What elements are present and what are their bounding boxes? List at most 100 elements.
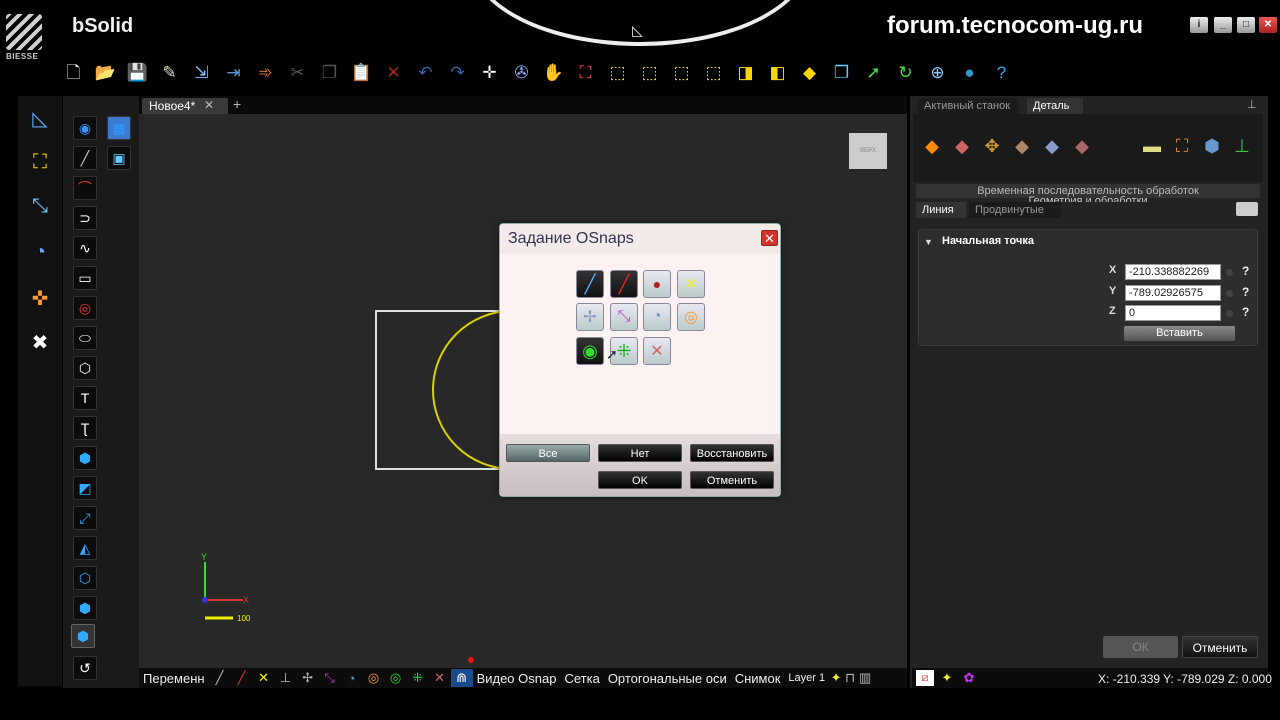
panel-delete-icon[interactable]: ◆	[1070, 136, 1094, 156]
snap-circle-icon[interactable]: ◎	[385, 669, 407, 687]
extrude-tool-icon[interactable]: ◩	[73, 476, 97, 500]
close-window-button[interactable]: ✕	[1259, 17, 1277, 33]
view-right-icon[interactable]: ⬚	[700, 60, 727, 84]
ellipse-tool-icon[interactable]: ⬭	[73, 326, 97, 350]
y-field[interactable]: -789.02926575	[1125, 285, 1221, 301]
text-path-tool-icon[interactable]: Ʈ	[73, 416, 97, 440]
solid-tool-icon[interactable]: ⬡	[73, 566, 97, 590]
restore-button[interactable]: Восстановить	[690, 444, 774, 462]
copy-icon[interactable]: ❐	[316, 60, 343, 84]
undo-icon[interactable]: ↶	[412, 60, 439, 84]
panel-cube-icon[interactable]: ⬢	[1200, 136, 1224, 156]
snap-center-icon[interactable]: ✢	[297, 669, 319, 687]
snapshot-button[interactable]: Снимок	[731, 671, 785, 686]
layer-selector[interactable]: Layer 1	[784, 672, 829, 684]
sphere-icon[interactable]: ●	[956, 60, 983, 84]
osnap-midpoint-toggle[interactable]: ●	[643, 270, 671, 298]
snap-intersection-icon[interactable]: ✕	[253, 669, 275, 687]
view-bottom-icon[interactable]: ◧	[764, 60, 791, 84]
view-front-icon[interactable]: ⬚	[604, 60, 631, 84]
z-field[interactable]: 0	[1125, 305, 1221, 321]
insert-button[interactable]: Вставить	[1124, 326, 1235, 341]
osnap-tangent-toggle[interactable]: ⤡	[610, 303, 638, 331]
view-3d-icon[interactable]: ❒	[828, 60, 855, 84]
magnet-icon[interactable]: ⋒	[450, 669, 473, 687]
draw-tool-icon[interactable]: ◺	[26, 104, 54, 132]
circle-tool-icon[interactable]: ◎	[73, 296, 97, 320]
cube-tool-icon[interactable]: ⬢	[73, 596, 97, 620]
panel-axes-icon[interactable]: ⊥	[1230, 136, 1254, 156]
snap-perp-icon[interactable]: ⊥	[275, 669, 297, 687]
select-arrow-icon[interactable]: ➚	[860, 60, 887, 84]
snap-near-icon[interactable]: ◎	[363, 669, 385, 687]
snap-tangent-icon[interactable]: ⤡	[319, 669, 341, 687]
x-lock-icon[interactable]	[1226, 269, 1233, 276]
save-icon[interactable]: 💾	[124, 60, 151, 84]
collapse-icon[interactable]: ▼	[924, 237, 933, 247]
panel-frame-icon[interactable]: ▬	[1140, 136, 1164, 156]
maximize-window-button[interactable]: □	[1237, 17, 1255, 33]
refresh-icon[interactable]: ↻	[892, 60, 919, 84]
osnap-nearest-toggle[interactable]: ◎	[677, 303, 705, 331]
view-cube[interactable]: ВЕРХ	[849, 133, 887, 169]
send-icon[interactable]: ➾	[252, 60, 279, 84]
dialog-cancel-button[interactable]: Отменить	[690, 471, 774, 489]
spline-tool-icon[interactable]: ∿	[73, 236, 97, 260]
cube-active-tool-icon[interactable]: ⬢	[71, 624, 95, 648]
tab-document[interactable]: Новое4*	[142, 98, 228, 114]
redo-icon[interactable]: ↷	[444, 60, 471, 84]
slot-tool-icon[interactable]: ⊃	[73, 206, 97, 230]
rectangle-tool-icon[interactable]: ▭	[73, 266, 97, 290]
variables-button[interactable]: Переменн	[139, 671, 209, 686]
import-icon[interactable]: ⇥	[220, 60, 247, 84]
osnap-quadrant-toggle[interactable]: ◔	[643, 303, 671, 331]
measure-tool-icon[interactable]: ◔	[26, 238, 54, 266]
loft-tool-icon[interactable]: ◭	[73, 536, 97, 560]
panel-mirror-icon[interactable]: ◆	[1040, 136, 1064, 156]
panel-edit-icon[interactable]: ◆	[950, 136, 974, 156]
light-bulb-icon[interactable]: ✦	[829, 669, 843, 687]
y-lock-icon[interactable]	[1226, 290, 1233, 297]
zoom-window-icon[interactable]: ⛶	[572, 60, 599, 84]
globe-grid-icon[interactable]: ⊕	[924, 60, 951, 84]
revolve-tool-icon[interactable]: ↺	[73, 656, 97, 680]
fit-tool-icon[interactable]: ⛶	[26, 148, 54, 176]
z-help-icon[interactable]: ?	[1242, 305, 1249, 319]
select-none-button[interactable]: Нет	[598, 444, 682, 462]
view-back-icon[interactable]: ⬚	[636, 60, 663, 84]
info-window-button[interactable]: i	[1190, 17, 1208, 33]
export-icon[interactable]: ⇲	[188, 60, 215, 84]
edit-doc-icon[interactable]: ✎	[156, 60, 183, 84]
image-tool-icon[interactable]: ▣	[107, 146, 131, 170]
open-folder-icon[interactable]: 📂	[92, 60, 119, 84]
panel-icon[interactable]: ◆	[920, 136, 944, 156]
z-lock-icon[interactable]	[1226, 310, 1233, 317]
video-osnap-button[interactable]: Видео Osnap	[473, 671, 561, 686]
status-image-icon[interactable]: ⧄	[916, 670, 934, 686]
paste-icon[interactable]: 📋	[348, 60, 375, 84]
x-help-icon[interactable]: ?	[1242, 264, 1249, 278]
text-tool-icon[interactable]: T	[73, 386, 97, 410]
tools-wrench-icon[interactable]: ✖	[26, 328, 54, 356]
tab-line[interactable]: Линия	[916, 202, 966, 218]
dialog-close-button[interactable]: ✕	[761, 230, 778, 246]
pan-hand-icon[interactable]: ✋	[540, 60, 567, 84]
arc-tool-icon[interactable]: ⌒	[73, 176, 97, 200]
status-tools-icon[interactable]: ✦	[938, 670, 956, 686]
dialog-ok-button[interactable]: OK	[598, 471, 682, 489]
snap-grid-icon[interactable]: ⁜	[407, 669, 429, 687]
move-icon[interactable]: ✛	[476, 60, 503, 84]
lock-icon[interactable]: ⊓	[843, 669, 857, 687]
y-help-icon[interactable]: ?	[1242, 285, 1249, 299]
cut-icon[interactable]: ✂	[284, 60, 311, 84]
snap-endpoint-icon[interactable]: ╱	[231, 669, 253, 687]
tab-active-machine[interactable]: Активный станок	[918, 98, 1018, 114]
panel-move-icon[interactable]: ✥	[980, 136, 1004, 156]
osnap-perpendicular-toggle[interactable]: ✢	[576, 303, 604, 331]
box-tool-icon[interactable]: ⬢	[73, 446, 97, 470]
sweep-tool-icon[interactable]: ⤢	[73, 506, 97, 530]
panel-layers-icon[interactable]: ◆	[1010, 136, 1034, 156]
tab-advanced[interactable]: Продвинутые	[969, 202, 1061, 218]
pin-icon[interactable]: ⊥	[1247, 98, 1257, 111]
osnap-intersection-toggle[interactable]: ✕	[677, 270, 705, 298]
